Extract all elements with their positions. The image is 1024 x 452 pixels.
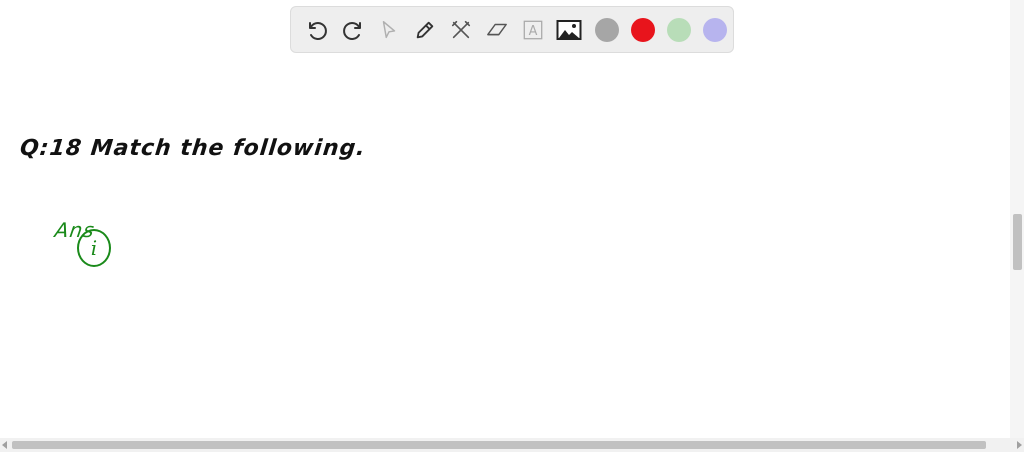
redo-icon [343, 21, 361, 40]
item-marker-text: i [90, 236, 98, 260]
pencil-icon [416, 21, 434, 38]
drawing-toolbar: A [290, 6, 734, 53]
drawing-canvas[interactable]: Q:18 Match the following. Ans [0, 60, 1010, 438]
undo-icon [309, 21, 327, 40]
text-button[interactable]: A [517, 14, 549, 46]
undo-button[interactable] [301, 14, 333, 46]
eraser-icon [487, 23, 507, 35]
color-swatch-gray[interactable] [595, 17, 619, 42]
svg-text:A: A [529, 24, 538, 39]
pencil-button[interactable] [409, 14, 441, 46]
vertical-scroll-thumb[interactable] [1013, 214, 1022, 270]
select-button[interactable] [373, 14, 405, 46]
whiteboard-app: A Q:18 Match the following. Ans i [0, 0, 1024, 452]
scroll-left-icon[interactable] [2, 441, 7, 449]
text-icon: A [523, 20, 543, 39]
question-text: Q:18 Match the following. [18, 136, 367, 161]
image-icon [556, 19, 582, 40]
scroll-right-icon[interactable] [1017, 441, 1022, 449]
tools-button[interactable] [445, 14, 477, 46]
item-marker-circle: i [77, 229, 111, 267]
color-swatch-red[interactable] [631, 17, 655, 42]
redo-button[interactable] [337, 14, 369, 46]
image-button[interactable] [553, 14, 585, 46]
vertical-scrollbar[interactable] [1010, 0, 1024, 438]
color-swatch-lavender[interactable] [703, 17, 727, 42]
tools-icon [451, 20, 471, 38]
eraser-button[interactable] [481, 14, 513, 46]
horizontal-scrollbar[interactable] [0, 438, 1024, 452]
horizontal-scroll-thumb[interactable] [12, 441, 986, 449]
select-pointer-icon [382, 20, 396, 38]
color-swatch-green[interactable] [667, 17, 691, 42]
